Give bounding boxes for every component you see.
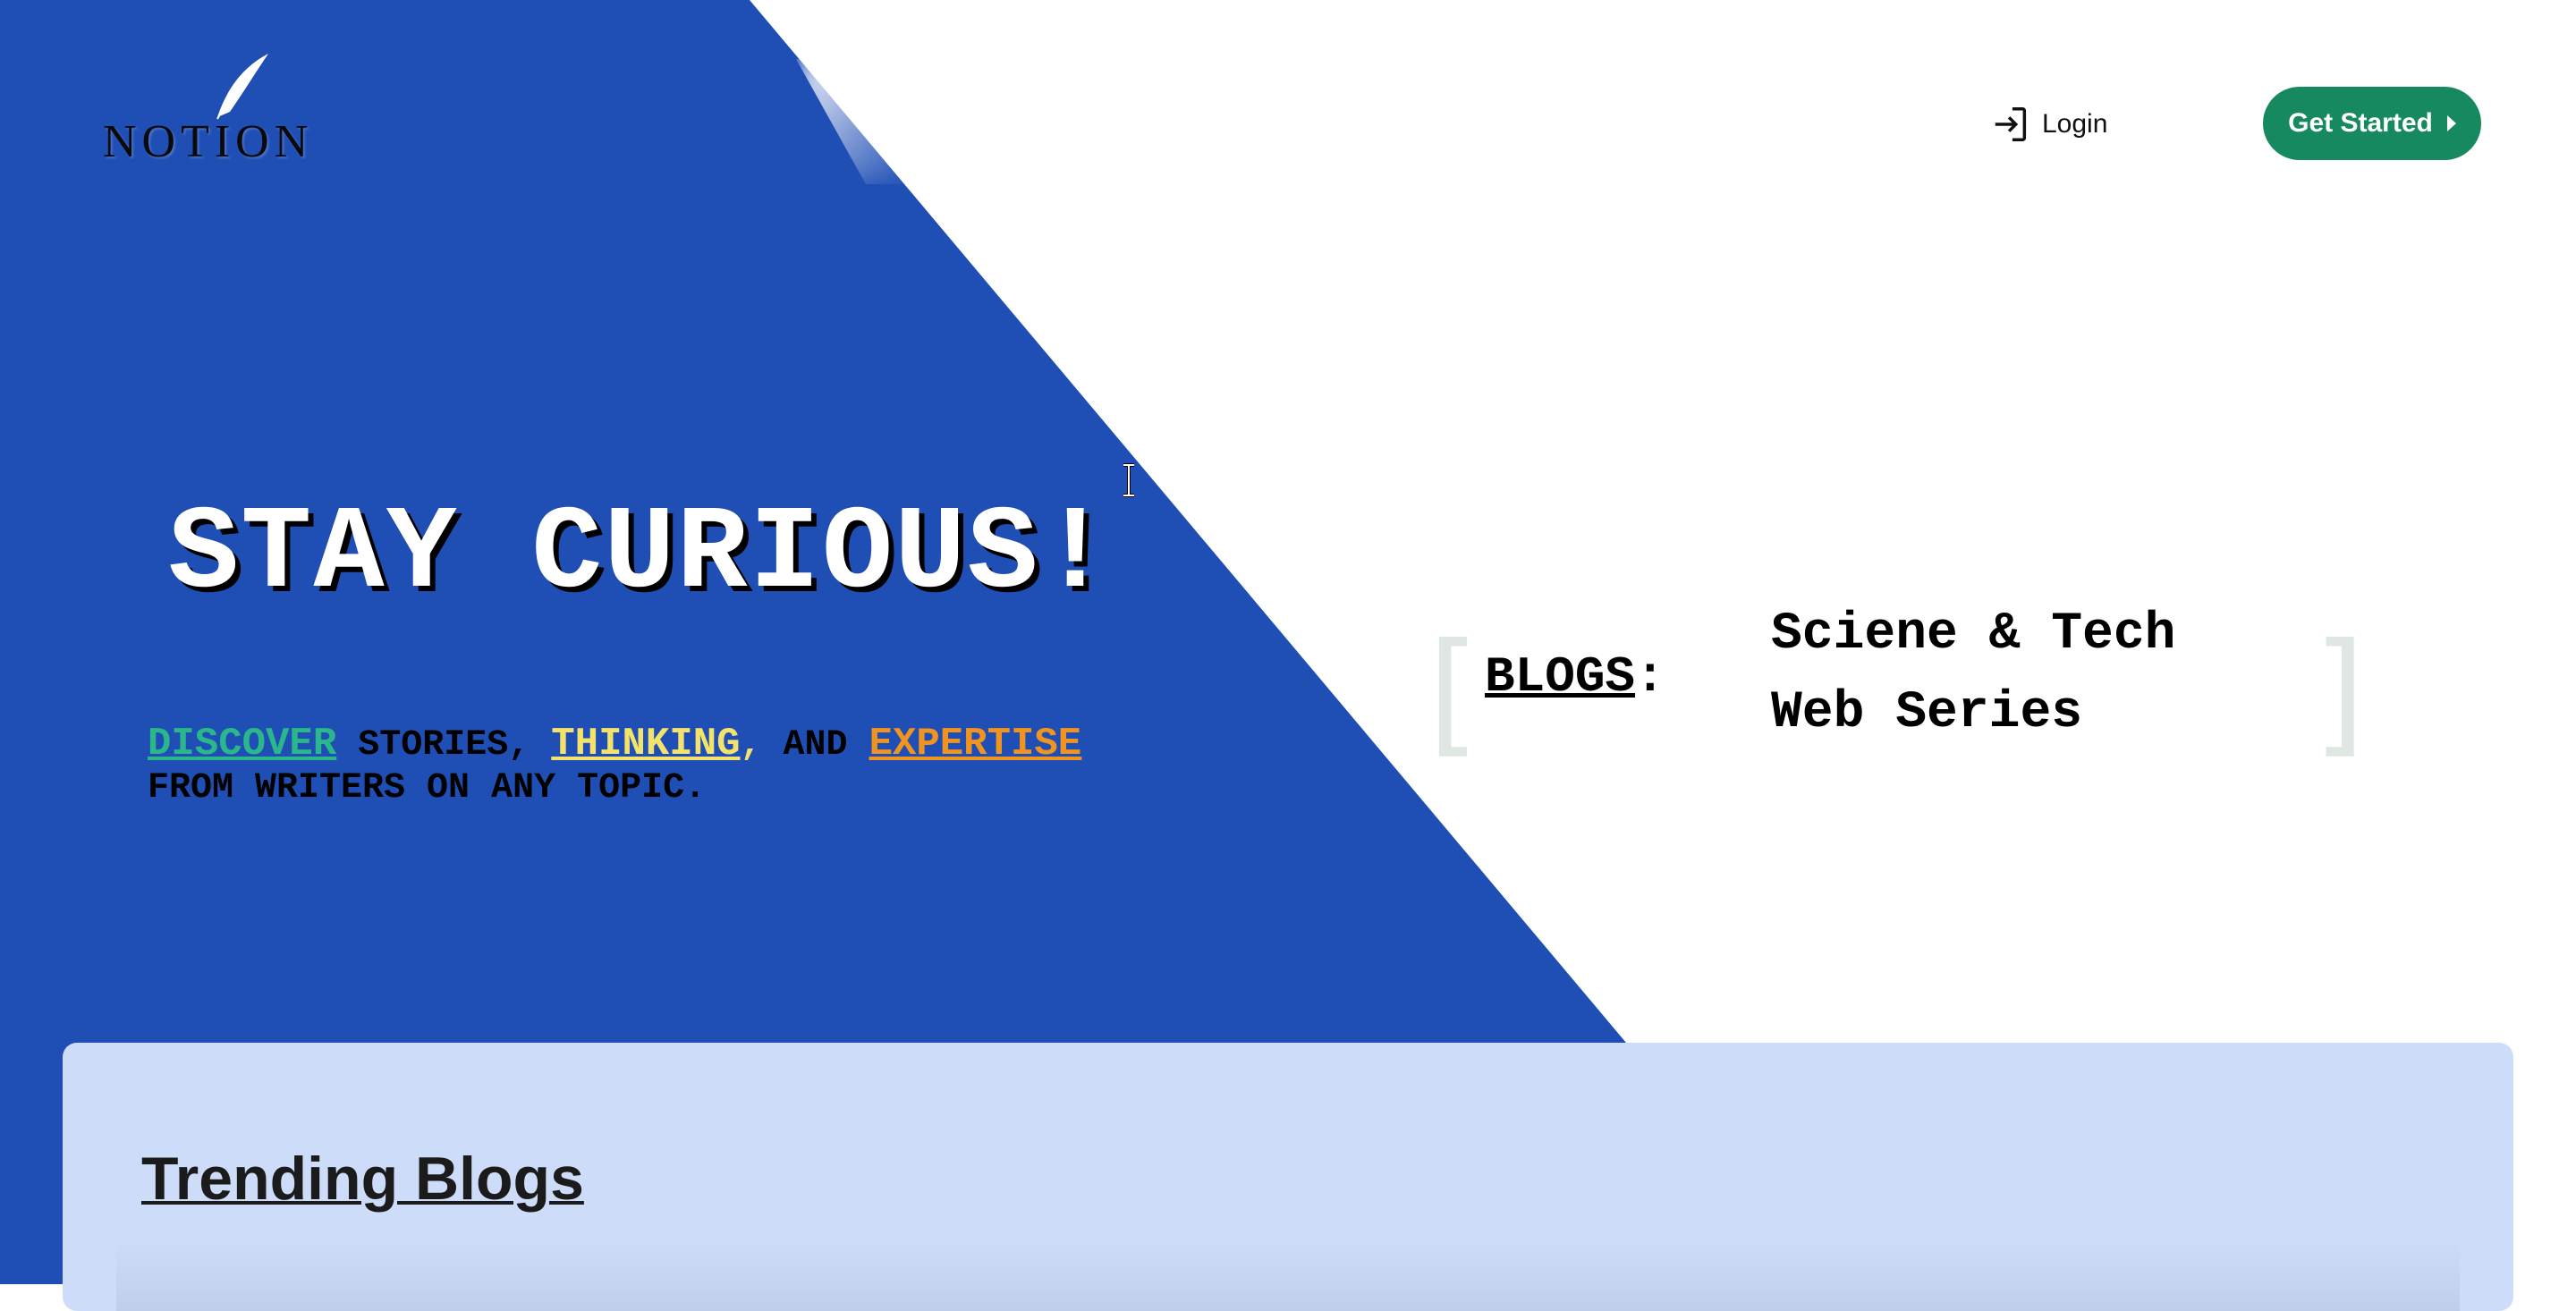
text-cursor-icon [1123,463,1134,497]
login-label: Login [2042,109,2108,139]
blog-category-item[interactable]: Web Series [1771,674,2175,753]
blogs-label-colon: : [1635,648,1665,706]
hero-tagline: DISCOVER STORIES, THINKING, AND EXPERTIS… [148,723,1081,810]
trending-blogs-title: Trending Blogs [141,1145,584,1213]
blogs-category-list: Sciene & Tech Web Series [1771,596,2175,753]
trending-list-shadow [116,1239,2460,1311]
login-link[interactable]: Login [1990,104,2107,145]
blog-category-item[interactable]: Sciene & Tech [1771,596,2175,674]
chevron-right-icon [2446,115,2456,131]
hero-title: STAY CURIOUS! [168,487,1113,622]
left-bracket-decoration: [ [1428,615,1480,771]
tagline-discover: DISCOVER [148,722,337,766]
blogs-label-text: BLOGS [1485,648,1636,706]
get-started-label: Get Started [2288,108,2433,138]
tagline-thinking: THINKING [551,722,741,766]
right-bracket-decoration: ] [2313,615,2366,771]
logo-text: NOTION [103,116,313,165]
tagline-comma: , [740,725,762,765]
blogs-label: BLOGS: [1485,648,1665,706]
tagline-text-3: AND [761,725,869,765]
get-started-button[interactable]: Get Started [2263,87,2481,160]
login-icon [1995,107,2027,141]
quill-logo-icon: NOTION [103,54,313,167]
trending-blogs-panel: Trending Blogs [63,1043,2513,1311]
notion-logo[interactable]: NOTION [103,49,335,167]
tagline-line-2: FROM WRITERS ON ANY TOPIC. [148,768,707,808]
tagline-text-1: STORIES, [336,725,552,765]
tagline-expertise: EXPERTISE [869,722,1082,766]
tagline-line-1: DISCOVER STORIES, THINKING, AND EXPERTIS… [148,723,1081,767]
